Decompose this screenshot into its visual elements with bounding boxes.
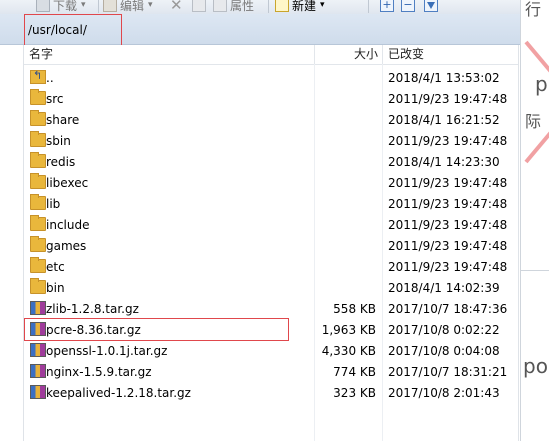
row-highlight — [24, 318, 289, 341]
folder-row[interactable]: share 2018/4/1 16:21:52 — [24, 109, 518, 130]
folder-row[interactable]: redis 2018/4/1 14:23:30 — [24, 151, 518, 172]
file-modified-date: 2018/4/1 13:53:02 — [388, 71, 500, 85]
file-name: nginx-1.5.9.tar.gz — [46, 365, 152, 379]
folder-icon — [30, 131, 46, 147]
toolbar: 下载 ▾ 编辑 ▾ ✕ 属性 新建 ▾ + − — [0, 0, 520, 15]
column-size[interactable]: 大小 — [354, 45, 378, 64]
file-name: sbin — [46, 134, 71, 148]
folder-icon — [30, 194, 46, 210]
file-modified-date: 2011/9/23 19:47:48 — [388, 260, 508, 274]
bg-text-fragment: p — [535, 72, 548, 96]
file-name: etc — [46, 260, 65, 274]
path-highlight — [24, 14, 122, 46]
filter-button[interactable] — [424, 0, 441, 13]
file-name: keepalived-1.2.18.tar.gz — [46, 386, 191, 400]
file-name: openssl-1.0.1j.tar.gz — [46, 344, 168, 358]
file-modified-date: 2018/4/1 14:23:30 — [388, 155, 500, 169]
bg-text-fragment: 行 — [525, 0, 542, 19]
file-name: games — [46, 239, 87, 253]
folder-icon — [30, 152, 46, 168]
chevron-down-icon: ▾ — [81, 0, 86, 10]
folder-row[interactable]: etc 2011/9/23 19:47:48 — [24, 256, 518, 277]
remove-button[interactable]: − — [401, 0, 418, 13]
properties-button[interactable]: 属性 — [213, 0, 254, 13]
parent-folder-icon — [30, 69, 46, 84]
file-modified-date: 2011/9/23 19:47:48 — [388, 239, 508, 253]
folder-row[interactable]: libexec 2011/9/23 19:47:48 — [24, 172, 518, 193]
folder-row[interactable]: src 2011/9/23 19:47:48 — [24, 88, 518, 109]
file-name: zlib-1.2.8.tar.gz — [46, 302, 139, 316]
filter-icon — [424, 0, 438, 12]
remote-file-pane: 下载 ▾ 编辑 ▾ ✕ 属性 新建 ▾ + − /usr/local/ 名字 大… — [0, 0, 520, 441]
download-icon — [36, 0, 50, 12]
file-modified-date: 2017/10/7 18:31:21 — [388, 365, 508, 379]
folder-icon — [30, 215, 46, 231]
folder-row[interactable]: bin 2018/4/1 14:02:39 — [24, 277, 518, 298]
file-modified-date: 2011/9/23 19:47:48 — [388, 197, 508, 211]
column-name[interactable]: 名字 — [29, 45, 53, 64]
rename-button[interactable] — [192, 0, 209, 13]
column-modified[interactable]: 已改变 — [388, 45, 424, 64]
archive-icon — [30, 364, 46, 378]
file-modified-date: 2011/9/23 19:47:48 — [388, 92, 508, 106]
delete-button[interactable]: ✕ — [170, 0, 183, 14]
file-name: lib — [46, 197, 61, 211]
plus-icon: + — [380, 0, 394, 12]
folder-row[interactable]: games 2011/9/23 19:47:48 — [24, 235, 518, 256]
folder-row[interactable]: sbin 2011/9/23 19:47:48 — [24, 130, 518, 151]
folder-icon — [30, 257, 46, 273]
file-row[interactable]: zlib-1.2.8.tar.gz 558 KB 2017/10/7 18:47:3… — [24, 298, 518, 319]
file-name: libexec — [46, 176, 89, 190]
folder-row[interactable]: include 2011/9/23 19:47:48 — [24, 214, 518, 235]
file-modified-date: 2017/10/8 0:04:08 — [388, 344, 500, 358]
add-button[interactable]: + — [380, 0, 397, 13]
file-name: src — [46, 92, 64, 106]
file-modified-date: 2017/10/8 0:02:22 — [388, 323, 500, 337]
file-modified-date: 2011/9/23 19:47:48 — [388, 176, 508, 190]
folder-row[interactable]: lib 2011/9/23 19:47:48 — [24, 193, 518, 214]
file-row[interactable]: openssl-1.0.1j.tar.gz 4,330 KB 2017/10/8 0… — [24, 340, 518, 361]
file-modified-date: 2011/9/23 19:47:48 — [388, 218, 508, 232]
file-name: share — [46, 113, 80, 127]
edit-icon — [103, 0, 117, 12]
file-name: include — [46, 218, 90, 232]
folder-icon — [30, 278, 46, 294]
file-modified-date: 2018/4/1 14:02:39 — [388, 281, 500, 295]
archive-icon — [30, 301, 46, 315]
file-size: 558 KB — [333, 302, 376, 316]
rename-icon — [192, 0, 206, 12]
edit-button[interactable]: 编辑 ▾ — [103, 0, 153, 13]
folder-row[interactable]: .. 2018/4/1 13:53:02 — [24, 67, 518, 88]
minus-icon: − — [401, 0, 415, 12]
chevron-down-icon: ▾ — [320, 0, 325, 10]
file-modified-date: 2011/9/23 19:47:48 — [388, 134, 508, 148]
file-modified-date: 2017/10/8 2:01:43 — [388, 386, 500, 400]
chevron-down-icon: ▾ — [148, 0, 153, 10]
bg-text-fragment: 际 — [525, 112, 542, 131]
file-row[interactable]: keepalived-1.2.18.tar.gz 323 KB 2017/10/8 … — [24, 382, 518, 403]
file-name: bin — [46, 281, 65, 295]
file-size: 774 KB — [333, 365, 376, 379]
file-row[interactable]: nginx-1.5.9.tar.gz 774 KB 2017/10/7 18:31:… — [24, 361, 518, 382]
bg-text-fragment: po — [523, 354, 548, 378]
folder-icon — [30, 173, 46, 189]
file-name: .. — [46, 71, 54, 85]
file-modified-date: 2017/10/7 18:47:36 — [388, 302, 508, 316]
folder-icon — [30, 89, 46, 105]
file-size: 323 KB — [333, 386, 376, 400]
file-name: redis — [46, 155, 76, 169]
new-button[interactable]: 新建 ▾ — [275, 0, 325, 13]
folder-icon — [30, 110, 46, 126]
file-size: 1,963 KB — [321, 323, 376, 337]
new-icon — [275, 0, 289, 12]
file-modified-date: 2018/4/1 16:21:52 — [388, 113, 500, 127]
download-button[interactable]: 下载 ▾ — [36, 0, 86, 13]
column-header: 名字 大小 已改变 — [24, 45, 518, 65]
folder-icon — [30, 236, 46, 252]
archive-icon — [30, 385, 46, 399]
archive-icon — [30, 343, 46, 357]
properties-icon — [213, 0, 227, 12]
delete-icon: ✕ — [170, 0, 183, 14]
file-size: 4,330 KB — [321, 344, 376, 358]
